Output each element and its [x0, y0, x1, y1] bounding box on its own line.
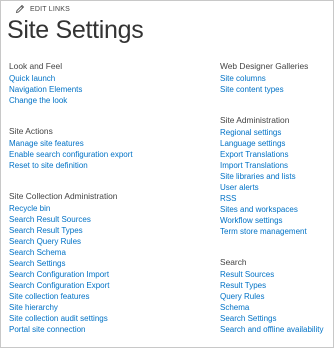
section-site-collection-administration: Site Collection Administration Recycle b…: [9, 191, 209, 335]
link-navigation-elements[interactable]: Navigation Elements: [9, 84, 209, 95]
link-site-libraries-and-lists[interactable]: Site libraries and lists: [220, 171, 332, 182]
link-import-translations[interactable]: Import Translations: [220, 160, 332, 171]
link-search-query-rules[interactable]: Search Query Rules: [9, 236, 209, 247]
link-site-collection-features[interactable]: Site collection features: [9, 291, 209, 302]
link-reset-to-site-definition[interactable]: Reset to site definition: [9, 160, 209, 171]
link-schema[interactable]: Schema: [220, 302, 332, 313]
left-column: Look and Feel Quick launch Navigation El…: [9, 61, 209, 335]
section-site-actions: Site Actions Manage site features Enable…: [9, 126, 209, 171]
link-search-settings[interactable]: Search Settings: [9, 258, 209, 269]
link-manage-site-features[interactable]: Manage site features: [9, 138, 209, 149]
link-search-configuration-import[interactable]: Search Configuration Import: [9, 269, 209, 280]
edit-links-button[interactable]: EDIT LINKS: [15, 4, 70, 14]
link-search-settings-site[interactable]: Search Settings: [220, 313, 332, 324]
link-site-content-types[interactable]: Site content types: [220, 84, 332, 95]
section-search: Search Result Sources Result Types Query…: [220, 257, 332, 335]
link-change-the-look[interactable]: Change the look: [9, 95, 209, 106]
link-search-result-sources[interactable]: Search Result Sources: [9, 214, 209, 225]
section-heading: Site Administration: [220, 115, 290, 125]
link-portal-site-connection[interactable]: Portal site connection: [9, 324, 209, 335]
link-rss[interactable]: RSS: [220, 193, 332, 204]
link-site-hierarchy[interactable]: Site hierarchy: [9, 302, 209, 313]
link-term-store-management[interactable]: Term store management: [220, 226, 332, 237]
link-quick-launch[interactable]: Quick launch: [9, 73, 209, 84]
link-language-settings[interactable]: Language settings: [220, 138, 332, 149]
link-workflow-settings[interactable]: Workflow settings: [220, 215, 332, 226]
section-look-and-feel: Look and Feel Quick launch Navigation El…: [9, 61, 209, 106]
link-search-configuration-export[interactable]: Search Configuration Export: [9, 280, 209, 291]
section-heading: Search: [220, 257, 247, 267]
link-site-columns[interactable]: Site columns: [220, 73, 332, 84]
link-search-schema[interactable]: Search Schema: [9, 247, 209, 258]
section-heading: Site Collection Administration: [9, 191, 118, 201]
section-heading: Web Designer Galleries: [220, 61, 309, 71]
pencil-icon: [15, 4, 25, 14]
edit-links-label: EDIT LINKS: [30, 5, 70, 13]
link-search-and-offline-availability[interactable]: Search and offline availability: [220, 324, 332, 335]
link-regional-settings[interactable]: Regional settings: [220, 127, 332, 138]
link-result-sources[interactable]: Result Sources: [220, 269, 332, 280]
link-export-translations[interactable]: Export Translations: [220, 149, 332, 160]
link-recycle-bin[interactable]: Recycle bin: [9, 203, 209, 214]
link-sites-and-workspaces[interactable]: Sites and workspaces: [220, 204, 332, 215]
right-column: Web Designer Galleries Site columns Site…: [220, 61, 332, 335]
section-site-administration: Site Administration Regional settings La…: [220, 115, 332, 237]
link-query-rules[interactable]: Query Rules: [220, 291, 332, 302]
section-web-designer-galleries: Web Designer Galleries Site columns Site…: [220, 61, 332, 95]
section-heading: Site Actions: [9, 126, 53, 136]
link-enable-search-config-export[interactable]: Enable search configuration export: [9, 149, 209, 160]
link-search-result-types[interactable]: Search Result Types: [9, 225, 209, 236]
link-site-collection-audit-settings[interactable]: Site collection audit settings: [9, 313, 209, 324]
page-title: Site Settings: [7, 16, 144, 44]
link-result-types[interactable]: Result Types: [220, 280, 332, 291]
page-frame: EDIT LINKS Site Settings Look and Feel Q…: [0, 0, 334, 348]
link-user-alerts[interactable]: User alerts: [220, 182, 332, 193]
section-heading: Look and Feel: [9, 61, 63, 71]
